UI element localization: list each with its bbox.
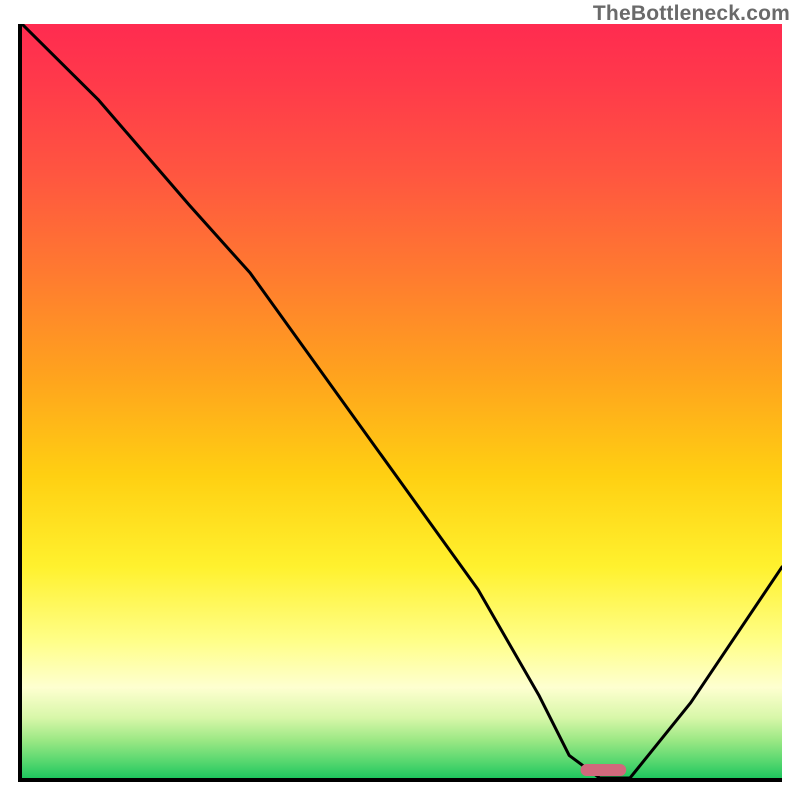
chart-container: TheBottleneck.com xyxy=(0,0,800,800)
bottleneck-curve xyxy=(22,24,782,778)
optimum-marker xyxy=(581,764,627,776)
plot-area xyxy=(18,24,782,782)
curve-svg xyxy=(22,24,782,778)
watermark-text: TheBottleneck.com xyxy=(593,2,790,26)
